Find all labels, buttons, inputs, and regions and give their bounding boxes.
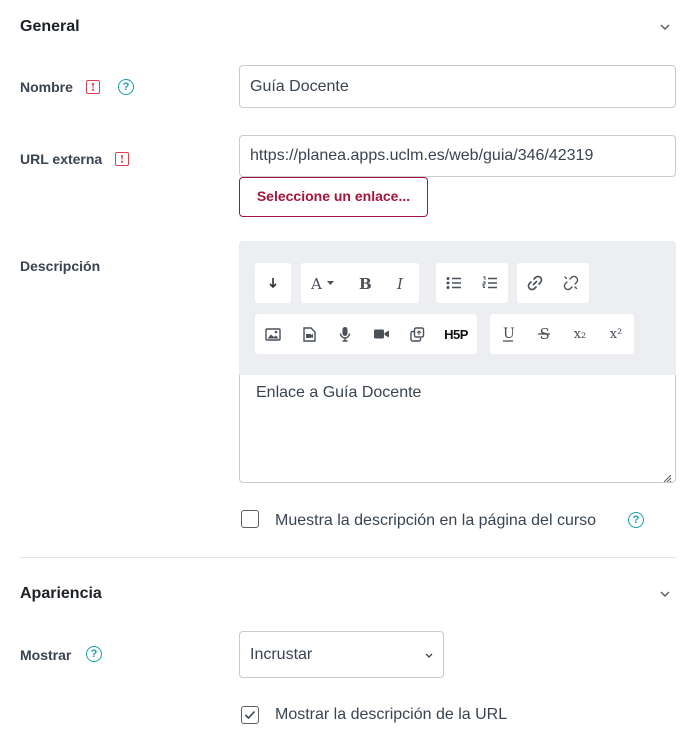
toolbar-group-collapse (255, 263, 291, 303)
svg-text:B: B (359, 276, 372, 290)
image-icon[interactable] (255, 314, 291, 354)
choose-link-button[interactable]: Seleccione un enlace... (239, 177, 428, 217)
description-text: Enlace a Guía Docente (256, 384, 422, 401)
help-icon[interactable]: ? (628, 512, 644, 528)
video-camera-icon[interactable] (363, 314, 399, 354)
svg-text:I: I (396, 276, 404, 290)
mostrar-select-value: Incrustar (250, 645, 313, 663)
required-icon: ! (115, 152, 129, 166)
section-apariencia-title[interactable]: Apariencia (20, 585, 102, 603)
descripcion-label: Descripción (20, 258, 101, 274)
help-icon[interactable]: ? (118, 79, 134, 95)
chevron-down-icon[interactable] (657, 587, 673, 601)
section-general-title[interactable]: General (20, 18, 80, 36)
url-label: URL externa (20, 151, 103, 167)
resize-handle-icon[interactable] (662, 470, 672, 488)
copy-icon[interactable] (399, 314, 435, 354)
media-file-icon[interactable] (291, 314, 327, 354)
bold-icon[interactable]: B (347, 263, 383, 303)
italic-icon[interactable]: I (383, 263, 419, 303)
required-icon: ! (86, 80, 100, 94)
h5p-icon[interactable]: H5P (435, 314, 477, 354)
toolbar-group-format: U S x₂ x² (490, 314, 634, 354)
toolbar-group-style: A B I (301, 263, 419, 303)
section-divider (20, 557, 676, 558)
superscript-icon[interactable]: x² (598, 314, 634, 354)
mostrar-select[interactable]: Incrustar (239, 631, 444, 678)
url-input[interactable] (239, 135, 676, 177)
editor-toolbar: A B I H5P U S x₂ x² (239, 241, 676, 375)
checkmark-icon (244, 710, 256, 720)
svg-text:A: A (311, 276, 322, 290)
ordered-list-icon[interactable] (472, 263, 508, 303)
chevron-down-icon (425, 646, 433, 664)
nombre-input[interactable] (239, 65, 676, 108)
mostrar-label: Mostrar (20, 647, 72, 663)
toolbar-group-links (517, 263, 589, 303)
chevron-down-icon[interactable] (657, 20, 673, 34)
unlink-icon[interactable] (553, 263, 589, 303)
subscript-icon[interactable]: x₂ (562, 314, 598, 354)
strikethrough-icon[interactable]: S (526, 314, 562, 354)
show-description-label[interactable]: Muestra la descripción en la página del … (275, 512, 596, 530)
collapse-icon[interactable] (255, 263, 291, 303)
show-description-checkbox[interactable] (241, 510, 259, 528)
toolbar-group-lists (436, 263, 508, 303)
underline-icon[interactable]: U (490, 314, 526, 354)
nombre-label: Nombre (20, 79, 73, 95)
unordered-list-icon[interactable] (436, 263, 472, 303)
link-icon[interactable] (517, 263, 553, 303)
microphone-icon[interactable] (327, 314, 363, 354)
show-url-description-checkbox[interactable] (241, 706, 259, 724)
help-icon[interactable]: ? (86, 646, 102, 662)
show-url-description-label[interactable]: Mostrar la descripción de la URL (275, 706, 507, 724)
font-color-icon[interactable]: A (301, 263, 347, 303)
svg-text:U: U (503, 326, 515, 342)
description-editor[interactable]: Enlace a Guía Docente (239, 375, 676, 483)
toolbar-group-media: H5P (255, 314, 477, 354)
